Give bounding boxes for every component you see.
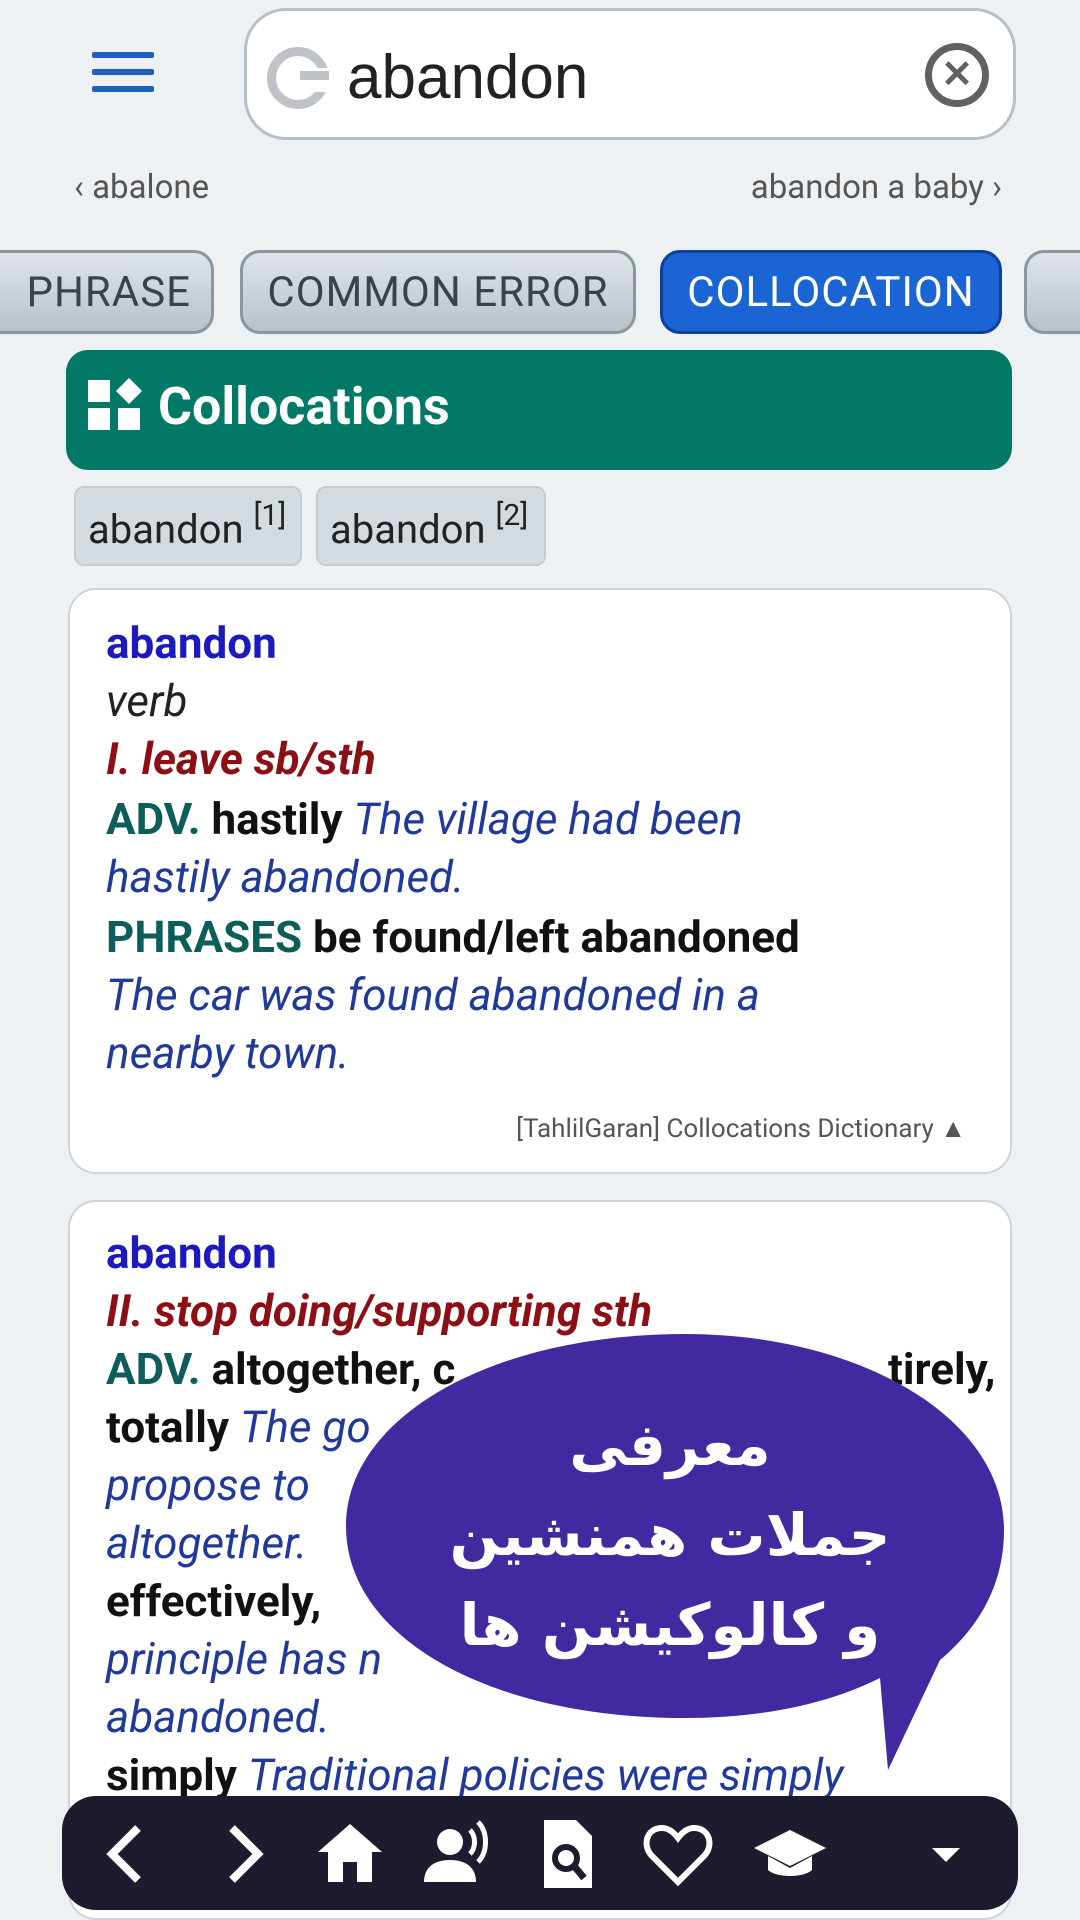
- example: The village had been: [353, 793, 743, 845]
- home-button[interactable]: [312, 1816, 388, 1892]
- close-icon: ✕: [941, 53, 973, 97]
- collocate: be found/left abandoned: [313, 911, 800, 963]
- back-icon: [106, 1825, 141, 1883]
- widgets-icon: [88, 378, 142, 430]
- speaker-icon: [424, 1820, 488, 1882]
- tab-next[interactable]: [1024, 250, 1080, 334]
- adv-label: ADV.: [106, 793, 201, 845]
- app-screen: ✕ ‹ abalone abandon a baby › PHRASE COMM…: [0, 0, 1080, 1920]
- tab-label: PHRASE: [26, 267, 191, 317]
- adv-line: ADV. hastily The village had been: [106, 790, 743, 848]
- chip-label: abandon: [330, 506, 486, 553]
- headword: abandon: [106, 617, 277, 669]
- tab-label: COMMON ERROR: [267, 267, 609, 317]
- example: abandoned.: [106, 1691, 330, 1743]
- section-header: Collocations: [66, 350, 1012, 470]
- phrases-label: PHRASES: [106, 911, 303, 963]
- collocate: hastily: [211, 793, 343, 845]
- back-button[interactable]: [92, 1816, 168, 1892]
- chevron-right-icon: ›: [983, 168, 1002, 207]
- collocate-line: totally The go: [106, 1398, 371, 1456]
- clear-search-button[interactable]: ✕: [925, 43, 989, 107]
- chevron-left-icon: ‹: [74, 168, 93, 207]
- bubble-text: معرفی جملات همنشین و کالوکیشن ها: [360, 1400, 980, 1670]
- chip-sup: [1]: [253, 498, 287, 533]
- learn-button[interactable]: [752, 1816, 828, 1892]
- sense-heading: I. leave sb/sth: [106, 733, 376, 785]
- chip-label: abandon: [88, 506, 244, 553]
- collocate: effectively,: [106, 1575, 322, 1627]
- bubble-line: جملات همنشین: [449, 1501, 891, 1569]
- dropdown-icon: [932, 1848, 960, 1862]
- adv-label: ADV.: [106, 1343, 201, 1395]
- next-word-label: abandon a baby: [750, 168, 984, 207]
- collocate: totally: [106, 1401, 230, 1453]
- example: The car was found abandoned in a: [106, 969, 760, 1021]
- source-link[interactable]: [TahlilGaran] Collocations Dictionary ▲: [516, 1113, 966, 1144]
- home-icon: [318, 1824, 382, 1882]
- google-g-icon: [267, 47, 329, 109]
- speak-button[interactable]: [420, 1816, 496, 1892]
- search-doc-button[interactable]: [530, 1816, 606, 1892]
- tab-collocation[interactable]: COLLOCATION: [660, 250, 1002, 334]
- example: propose to: [106, 1459, 310, 1511]
- phrases-line: PHRASES be found/left abandoned: [106, 908, 800, 966]
- forward-icon: [229, 1825, 264, 1883]
- section-title: Collocations: [158, 376, 450, 437]
- menu-bar: [92, 52, 154, 58]
- graduation-cap-icon: [754, 1830, 826, 1876]
- example: nearby town.: [106, 1027, 350, 1079]
- menu-bar: [92, 86, 154, 92]
- search-input[interactable]: [347, 33, 887, 121]
- previous-word-label: abalone: [92, 168, 210, 207]
- next-word-link[interactable]: abandon a baby ›: [751, 168, 1002, 207]
- chip-abandon-1[interactable]: abandon [1]: [74, 486, 302, 566]
- section-tabs: PHRASE COMMON ERROR COLLOCATION: [0, 250, 1080, 334]
- menu-bar: [92, 69, 154, 75]
- chip-abandon-2[interactable]: abandon [2]: [316, 486, 546, 566]
- example: hastily abandoned.: [106, 851, 465, 903]
- forward-button[interactable]: [202, 1816, 278, 1892]
- previous-word-link[interactable]: ‹ abalone: [74, 168, 209, 207]
- favorite-button[interactable]: [640, 1816, 716, 1892]
- headword: abandon: [106, 1227, 277, 1279]
- chip-sup: [2]: [495, 498, 529, 533]
- tab-phrase[interactable]: PHRASE: [0, 250, 214, 334]
- search-doc-icon: [544, 1820, 592, 1888]
- tab-label: COLLOCATION: [687, 267, 975, 317]
- bottom-nav-bar: [62, 1796, 1018, 1910]
- more-dropdown-button[interactable]: [908, 1816, 984, 1892]
- part-of-speech: verb: [106, 675, 188, 727]
- example: altogether.: [106, 1517, 308, 1569]
- heart-icon: [643, 1824, 713, 1887]
- hamburger-menu-button[interactable]: [92, 52, 154, 98]
- collocation-card-1: abandon verb I. leave sb/sth ADV. hastil…: [68, 588, 1012, 1174]
- bubble-line: و کالوکیشن ها: [459, 1591, 881, 1659]
- collocate: simply: [106, 1749, 237, 1801]
- bubble-line: معرفی: [569, 1411, 771, 1479]
- search-box[interactable]: ✕: [244, 8, 1016, 140]
- tab-common-error[interactable]: COMMON ERROR: [240, 250, 636, 334]
